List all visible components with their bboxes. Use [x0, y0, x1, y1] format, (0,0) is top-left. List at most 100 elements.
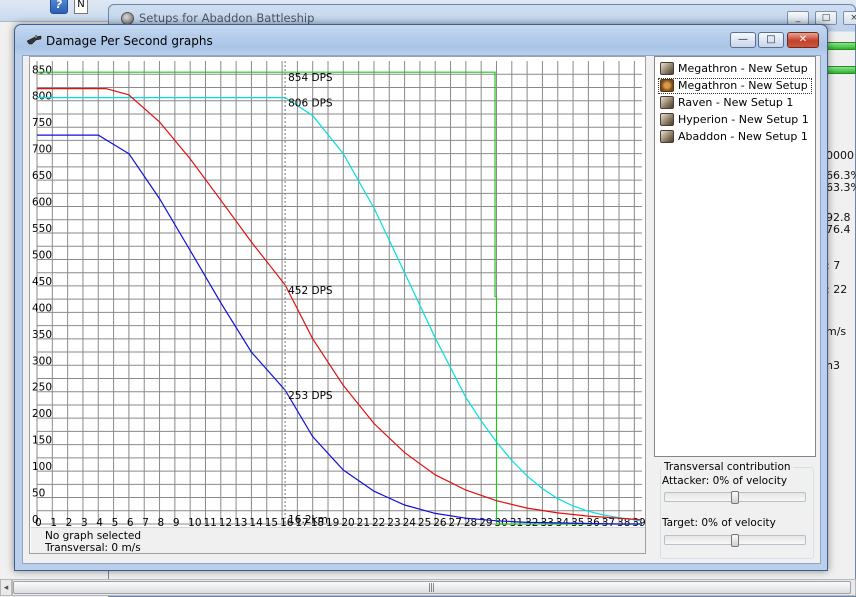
maximize-button[interactable]: □ [758, 32, 784, 48]
y-tick-label: 400 [32, 302, 52, 314]
side-value: 63.3% [826, 181, 856, 194]
scrollbar-grip-icon: ||| [428, 583, 435, 593]
dps-graphs-window: Damage Per Second graphs — □ ✕ 0 50 100 150… [14, 24, 828, 571]
x-tick-label: 36 [586, 517, 600, 527]
list-item-label: Megathron - New Setup 1 [678, 62, 812, 75]
x-tick-label: 11 [203, 517, 216, 527]
list-item[interactable]: Raven - New Setup 1 [658, 95, 812, 111]
x-tick-label: 9 [173, 517, 180, 527]
x-tick-label: 13 [234, 517, 247, 527]
y-tick-label: 300 [32, 355, 52, 367]
x-tick-label: 21 [357, 517, 370, 527]
x-tick-label: 7 [142, 517, 149, 527]
x-tick-label: 2 [66, 517, 73, 527]
graph-status-bar: No graph selected Transversal: 0 m/s [31, 527, 645, 554]
setup-list[interactable]: Megathron - New Setup 1 Megathron - New … [654, 56, 816, 457]
gun-icon [26, 35, 42, 45]
ship-icon [660, 113, 674, 126]
dps-chart[interactable]: 0 50 100 150 200 250 300 350 400 450 500 550 600 650 7… [30, 57, 645, 527]
y-tick-label: 450 [32, 276, 52, 288]
x-tick-label: 33 [540, 517, 553, 527]
x-tick-label: 15 [265, 517, 278, 527]
ship-icon [660, 62, 674, 75]
x-tick-label: 12 [219, 517, 232, 527]
scrollbar-thumb[interactable]: ||| [13, 581, 851, 594]
setup-close-button[interactable]: × [843, 11, 856, 25]
y-tick-label: 650 [32, 170, 52, 182]
list-item-label: Raven - New Setup 1 [678, 96, 794, 109]
help-icon[interactable]: ? [50, 0, 68, 14]
y-tick-label: 250 [32, 382, 52, 394]
y-tick-label: 550 [32, 223, 52, 235]
list-item-label: Abaddon - New Setup 1 [678, 130, 808, 143]
x-tick-label: 8 [158, 517, 165, 527]
y-tick-label: 100 [32, 461, 52, 473]
horizontal-scrollbar[interactable]: ||| [12, 579, 856, 596]
list-item-label: Megathron - New Setup 1 [678, 79, 812, 92]
n-button[interactable]: N [74, 0, 88, 14]
x-tick-label: 0 [35, 517, 42, 527]
x-tick-label: 4 [96, 517, 103, 527]
setup-window-title: Setups for Abaddon Battleship [139, 11, 315, 25]
x-tick-label: 25 [418, 517, 431, 527]
side-value: : 22 [826, 283, 848, 296]
shield-bar [826, 66, 856, 74]
cursor-readout-label: 806 DPS [288, 98, 333, 110]
close-button[interactable]: ✕ [787, 32, 819, 48]
x-tick-label: 35 [571, 517, 584, 527]
attacker-velocity-slider[interactable] [664, 491, 806, 504]
group-title: Transversal contribution [662, 461, 793, 473]
y-tick-label: 700 [32, 144, 52, 156]
ship-icon [660, 130, 674, 143]
x-tick-label: 26 [433, 517, 447, 527]
y-tick-label: 50 [32, 488, 45, 500]
x-tick-label: 19 [326, 517, 339, 527]
side-value: 76.4 [826, 223, 851, 236]
side-value: 0000 [826, 149, 854, 162]
dps-graph-panel[interactable]: 0 50 100 150 200 250 300 350 400 450 500 550 600 650 7… [29, 56, 646, 554]
x-tick-label: 3 [81, 517, 88, 527]
setup-minimize-button[interactable]: _ [787, 11, 809, 25]
y-tick-label: 750 [32, 117, 52, 129]
side-value: m/s [826, 325, 847, 338]
y-tick-label: 150 [32, 435, 52, 447]
y-tick-label: 500 [32, 249, 52, 261]
ship-icon [660, 96, 674, 109]
x-tick-label: 14 [249, 517, 263, 527]
list-item[interactable]: Megathron - New Setup 1 [658, 78, 812, 94]
list-item-label: Hyperion - New Setup 1 ... [678, 113, 812, 126]
cursor-readout-label: 854 DPS [288, 72, 333, 84]
ship-icon-alt [660, 79, 674, 92]
dps-client-area: 0 50 100 150 200 250 300 350 400 450 500 550 600 650 7… [22, 55, 821, 564]
side-value: n3 [826, 359, 840, 372]
window-title: Damage Per Second graphs [46, 34, 213, 48]
capacitor-bar [826, 42, 856, 50]
target-velocity-slider[interactable] [664, 534, 806, 547]
list-item[interactable]: Hyperion - New Setup 1 ... [658, 112, 812, 128]
slider-thumb[interactable] [731, 534, 739, 547]
target-velocity-label: Target: 0% of velocity [662, 517, 776, 529]
attacker-velocity-label: Attacker: 0% of velocity [662, 475, 788, 487]
x-tick-label: 29 [479, 517, 492, 527]
scroll-left-arrow-icon[interactable]: ◂ [0, 579, 12, 596]
x-tick-label: 24 [403, 517, 417, 527]
list-item[interactable]: Megathron - New Setup 1 [658, 61, 812, 77]
side-value: : 7 [826, 259, 841, 272]
setup-maximize-button[interactable]: □ [815, 11, 837, 25]
x-tick-label: 39 [632, 517, 645, 527]
y-tick-label: 200 [32, 408, 52, 420]
x-tick-label: 37 [602, 517, 615, 527]
x-tick-label: 5 [112, 517, 119, 527]
x-tick-label: 27 [449, 517, 462, 527]
x-tick-label: 22 [372, 517, 385, 527]
x-tick-label: 20 [341, 517, 354, 527]
selection-status: No graph selected [45, 530, 142, 542]
minimize-button[interactable]: — [730, 32, 756, 48]
cursor-readout-label: 16.2km [288, 514, 328, 526]
slider-thumb[interactable] [731, 491, 739, 504]
y-tick-label: 850 [32, 64, 52, 76]
cursor-readout-label: 452 DPS [288, 285, 333, 297]
x-tick-label: 23 [387, 517, 400, 527]
x-tick-label: 6 [127, 517, 134, 527]
list-item[interactable]: Abaddon - New Setup 1 [658, 129, 812, 145]
